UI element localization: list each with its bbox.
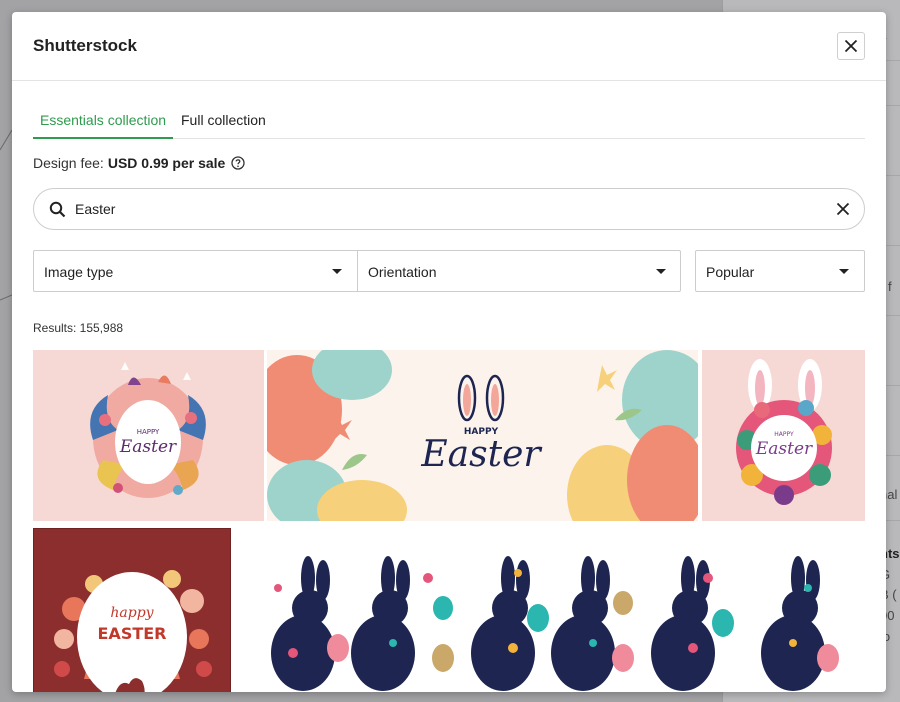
image-type-select[interactable]: Image type	[33, 250, 358, 292]
modal-header: Shutterstock	[12, 12, 886, 81]
orientation-select[interactable]: Orientation	[357, 250, 681, 292]
search-input[interactable]	[75, 198, 815, 220]
close-icon	[844, 39, 858, 53]
sort-label: Popular	[706, 264, 755, 280]
image-text-big: EASTER	[98, 624, 167, 643]
image-text-big: Easter	[755, 439, 813, 459]
caret-down-icon	[332, 269, 342, 274]
question-circle-icon[interactable]	[231, 156, 245, 170]
results-count: Results: 155,988	[33, 321, 124, 335]
image-type-label: Image type	[44, 264, 114, 280]
design-fee: Design fee: USD 0.99 per sale	[33, 155, 245, 171]
design-fee-amount: USD 0.99 per sale	[107, 155, 226, 171]
background-shape	[0, 129, 13, 310]
orientation-label: Orientation	[368, 264, 437, 280]
image-text-big: Easter	[119, 437, 177, 457]
image-result[interactable]: happy EASTER	[33, 528, 231, 692]
design-fee-label: Design fee:	[33, 155, 104, 171]
caret-down-icon	[656, 269, 666, 274]
image-text-small: HAPPY	[137, 428, 160, 436]
caret-down-icon	[839, 269, 849, 274]
modal-title: Shutterstock	[33, 36, 137, 55]
image-result[interactable]: HAPPY Easter	[33, 350, 264, 521]
image-text-small: HAPPY	[774, 431, 794, 438]
sort-select[interactable]: Popular	[695, 250, 865, 292]
tab-full-collection[interactable]: Full collection	[174, 109, 273, 139]
shutterstock-modal: Shutterstock Essentials collection Full …	[12, 12, 886, 692]
search-icon	[49, 201, 66, 223]
close-button[interactable]	[837, 32, 865, 60]
image-text-small: happy	[110, 605, 154, 621]
tab-essentials-collection[interactable]: Essentials collection	[33, 109, 174, 139]
search-bar	[33, 188, 865, 230]
image-result[interactable]: HAPPY Easter	[702, 350, 865, 521]
image-result[interactable]: HAPPY Easter	[267, 350, 698, 521]
image-result[interactable]	[248, 528, 865, 692]
clear-icon[interactable]	[835, 201, 851, 222]
image-text-big: Easter	[420, 434, 542, 475]
collection-tabs: Essentials collection Full collection	[33, 109, 865, 139]
